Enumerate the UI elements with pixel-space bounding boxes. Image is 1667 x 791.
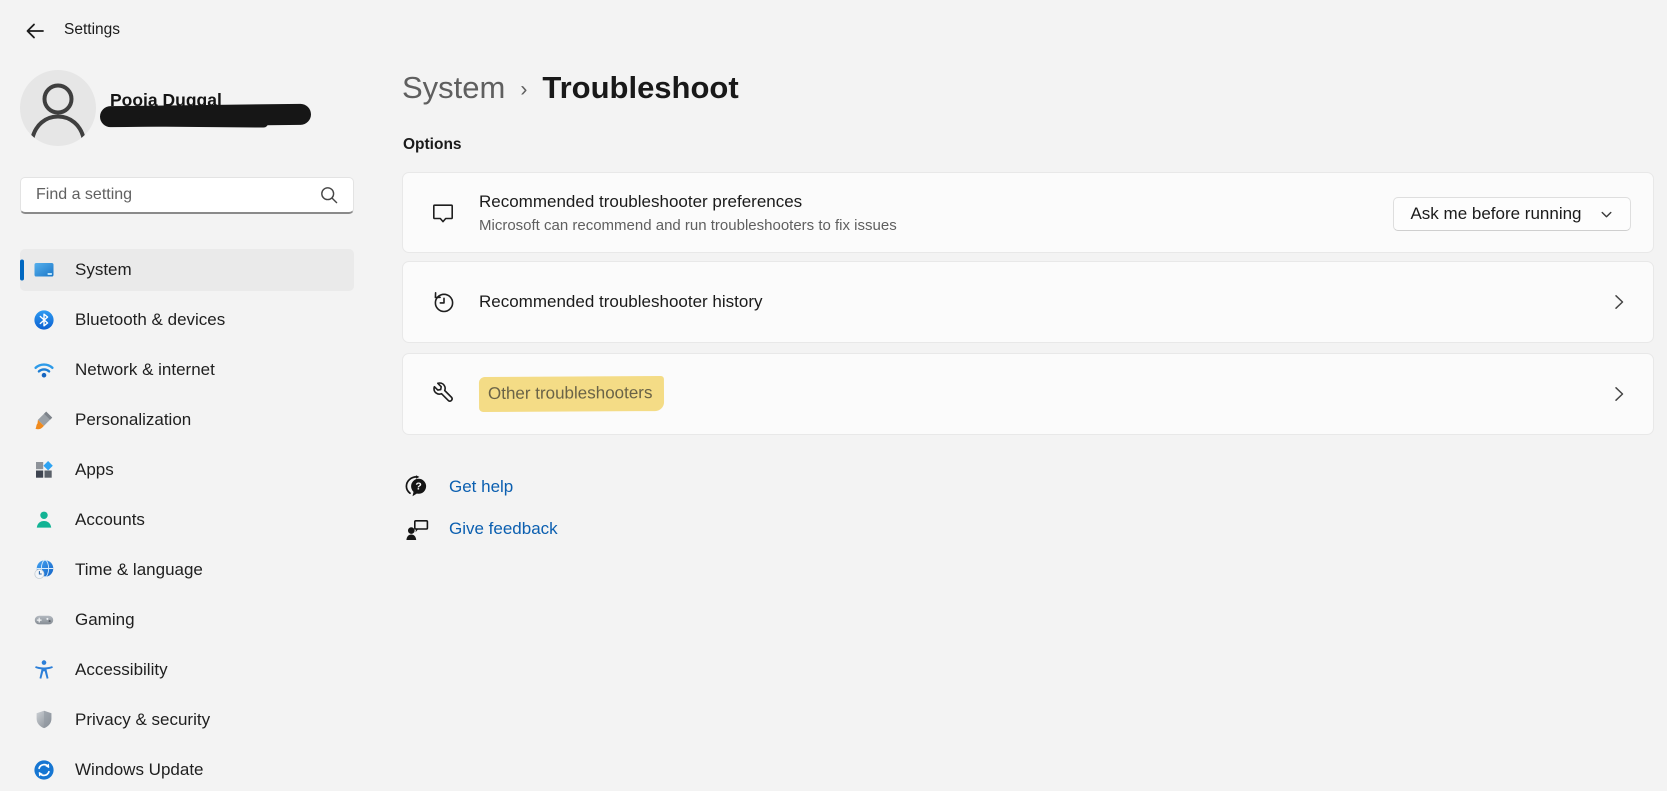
avatar [20, 70, 96, 146]
history-icon [430, 289, 457, 316]
accounts-icon [33, 509, 55, 531]
back-arrow-icon [23, 19, 47, 43]
back-button[interactable] [18, 16, 52, 46]
get-help-link[interactable]: ? Get help [404, 474, 513, 500]
sidebar-item-label: Bluetooth & devices [75, 310, 225, 330]
chevron-right-icon [1609, 384, 1629, 404]
sidebar-item-label: Windows Update [75, 760, 204, 780]
sidebar-item-label: Gaming [75, 610, 135, 630]
wrench-icon [430, 381, 456, 407]
sidebar-item-system[interactable]: System [20, 249, 354, 291]
page-title: Troubleshoot [542, 70, 738, 106]
link-label: Give feedback [449, 519, 558, 539]
accessibility-icon [33, 659, 55, 681]
sidebar-item-network-internet[interactable]: Network & internet [20, 349, 354, 391]
bluetooth-icon [33, 309, 55, 331]
sidebar-item-accessibility[interactable]: Accessibility [20, 649, 354, 691]
feedback-icon [404, 515, 430, 542]
preferences-dropdown[interactable]: Ask me before running [1393, 197, 1631, 231]
sidebar-nav: System Bluetooth & devices Network & int… [20, 249, 354, 791]
sidebar-item-label: Accounts [75, 510, 145, 530]
sidebar-item-label: Privacy & security [75, 710, 210, 730]
person-icon [20, 70, 96, 146]
privacy-security-icon [33, 709, 55, 731]
chevron-down-icon [1599, 207, 1614, 222]
network-icon [33, 359, 55, 381]
search-box[interactable] [20, 177, 354, 214]
sidebar-item-label: System [75, 260, 132, 280]
highlight-annotation: Other troubleshooters [479, 376, 665, 412]
sidebar-item-privacy-security[interactable]: Privacy & security [20, 699, 354, 741]
sidebar-item-label: Accessibility [75, 660, 168, 680]
time-language-icon [33, 559, 55, 581]
redacted-email [100, 104, 311, 128]
windows-update-icon [33, 759, 55, 781]
card-text: Other troubleshooters [479, 377, 664, 412]
sidebar-item-label: Network & internet [75, 360, 215, 380]
gaming-icon [33, 609, 55, 631]
message-icon [430, 200, 456, 226]
section-heading: Options [403, 136, 462, 154]
card-other-troubleshooters[interactable]: Other troubleshooters [402, 353, 1654, 435]
card-title: Other troubleshooters [488, 383, 653, 403]
sidebar-item-bluetooth-devices[interactable]: Bluetooth & devices [20, 299, 354, 341]
breadcrumb-parent[interactable]: System [402, 70, 505, 106]
app-title: Settings [64, 21, 120, 39]
search-input[interactable] [21, 186, 319, 204]
card-text: Recommended troubleshooter history [479, 292, 762, 312]
svg-text:?: ? [415, 481, 421, 493]
selected-accent-bar [20, 260, 24, 281]
card-troubleshooter-preferences: Recommended troubleshooter preferences M… [402, 172, 1654, 253]
chevron-right-icon [1609, 292, 1629, 312]
sidebar-item-personalization[interactable]: Personalization [20, 399, 354, 441]
card-text: Recommended troubleshooter preferences M… [479, 192, 897, 234]
dropdown-value: Ask me before running [1410, 204, 1581, 224]
sidebar-item-gaming[interactable]: Gaming [20, 599, 354, 641]
card-subtitle: Microsoft can recommend and run troubles… [479, 217, 897, 234]
sidebar-item-label: Apps [75, 460, 114, 480]
system-icon [33, 259, 55, 281]
sidebar-item-label: Time & language [75, 560, 203, 580]
breadcrumb: System › Troubleshoot [402, 70, 739, 106]
sidebar-item-accounts[interactable]: Accounts [20, 499, 354, 541]
link-label: Get help [449, 477, 513, 497]
help-icon: ? [404, 474, 430, 500]
card-title: Recommended troubleshooter preferences [479, 192, 897, 212]
breadcrumb-separator-icon: › [520, 75, 527, 102]
card-title: Recommended troubleshooter history [479, 292, 762, 312]
sidebar-item-label: Personalization [75, 410, 191, 430]
apps-icon [33, 459, 55, 481]
give-feedback-link[interactable]: Give feedback [404, 515, 558, 542]
sidebar-item-apps[interactable]: Apps [20, 449, 354, 491]
personalization-icon [33, 409, 55, 431]
card-troubleshooter-history[interactable]: Recommended troubleshooter history [402, 261, 1654, 343]
search-icon [319, 185, 339, 205]
sidebar-item-time-language[interactable]: Time & language [20, 549, 354, 591]
